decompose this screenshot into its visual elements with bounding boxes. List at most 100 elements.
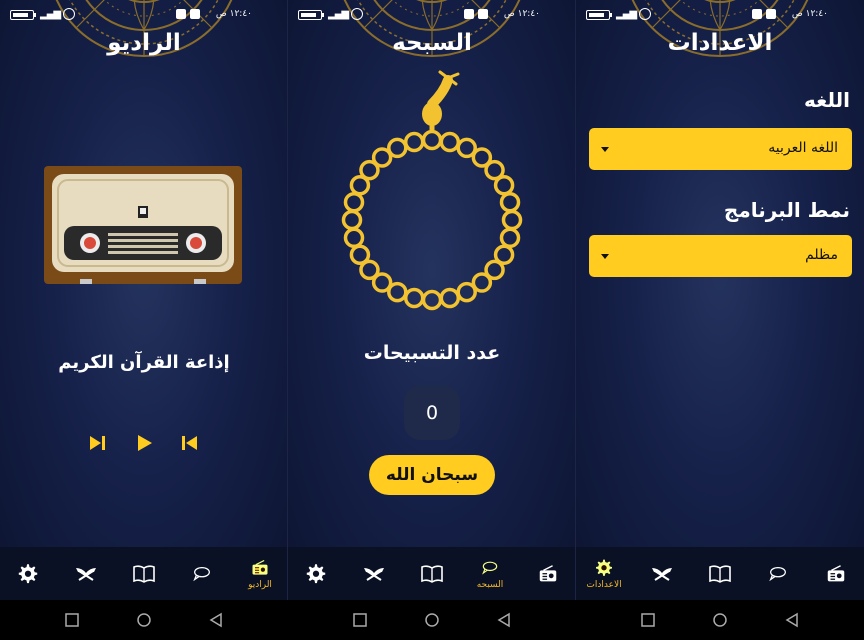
radio-icon xyxy=(251,559,269,575)
signal-icon: ▂▄▆ xyxy=(616,9,637,20)
language-dropdown[interactable]: اللغه العربيه xyxy=(589,128,852,170)
circle-icon[interactable] xyxy=(136,612,152,628)
notification-icon xyxy=(190,9,200,19)
nav-quran[interactable] xyxy=(638,547,686,600)
playback-controls xyxy=(0,431,288,455)
system-nav-bar xyxy=(0,600,864,640)
bead xyxy=(403,287,425,309)
quran-stand-icon xyxy=(651,566,673,581)
status-time: ١٢:٤٠ ص xyxy=(503,9,540,19)
notification-icon xyxy=(752,9,762,19)
sebha-screen: ▂▄▆ ١٢:٤٠ ص السبحه عدد التسبيحات 0 سبحان… xyxy=(288,0,576,600)
status-time: ١٢:٤٠ ص xyxy=(215,9,252,19)
notification-icon xyxy=(766,9,776,19)
chevron-down-icon xyxy=(601,147,609,152)
bottom-nav: السبحه xyxy=(288,547,576,600)
radio-screen: ▂▄▆ ١٢:٤٠ ص الراديو إذاعة القرآن الكريم xyxy=(0,0,288,600)
settings-gear-icon xyxy=(596,559,612,576)
nav-radio[interactable]: الراديو xyxy=(236,547,284,600)
bead xyxy=(343,191,365,213)
prayer-beads-icon[interactable] xyxy=(336,70,528,330)
radio-icon xyxy=(827,564,845,582)
circle-icon[interactable] xyxy=(712,612,728,628)
nav-sebha[interactable]: السبحه xyxy=(466,547,514,600)
bead xyxy=(343,227,365,249)
book-icon xyxy=(709,564,731,583)
bead xyxy=(493,175,515,196)
back-triangle-icon[interactable] xyxy=(784,612,800,628)
bead xyxy=(421,289,443,311)
settings-gear-icon xyxy=(18,563,38,583)
status-bar: ▂▄▆ ١٢:٤٠ ص xyxy=(576,0,864,30)
book-icon xyxy=(421,564,443,583)
bead xyxy=(341,209,363,231)
nav-radio[interactable] xyxy=(812,547,860,600)
bead xyxy=(439,287,461,309)
bead xyxy=(421,129,443,151)
page-title: الراديو xyxy=(107,30,181,56)
skip-previous-icon[interactable] xyxy=(178,431,202,455)
nav-sebha[interactable] xyxy=(754,547,802,600)
bead xyxy=(501,209,523,231)
nav-settings[interactable]: الاعدادات xyxy=(580,547,628,600)
status-time: ١٢:٤٠ ص xyxy=(791,9,828,19)
page-title: السبحه xyxy=(392,30,472,56)
nav-label: الاعدادات xyxy=(586,579,622,590)
nav-sebha[interactable] xyxy=(178,547,226,600)
alarm-icon xyxy=(351,8,363,20)
nav-settings[interactable] xyxy=(292,547,340,600)
nav-label: الراديو xyxy=(248,579,272,590)
nav-quran[interactable] xyxy=(350,547,398,600)
bead xyxy=(499,191,521,213)
bottom-nav: الراديو xyxy=(0,547,288,600)
quran-stand-icon xyxy=(75,566,97,581)
language-value: اللغه العربيه xyxy=(768,140,838,156)
signal-icon: ▂▄▆ xyxy=(328,9,349,20)
bead xyxy=(456,281,477,303)
alarm-icon xyxy=(63,8,75,20)
battery-icon xyxy=(10,10,36,20)
chat-bubble-icon xyxy=(194,566,210,580)
nav-radio[interactable] xyxy=(524,547,572,600)
status-bar: ▂▄▆ ١٢:٤٠ ص xyxy=(0,0,288,30)
back-triangle-icon[interactable] xyxy=(208,612,224,628)
quran-stand-icon xyxy=(363,566,385,581)
chat-bubble-icon xyxy=(482,561,498,574)
square-icon[interactable] xyxy=(640,612,656,628)
theme-dropdown[interactable]: مظلم xyxy=(589,235,852,277)
settings-gear-icon xyxy=(306,563,326,583)
alarm-icon xyxy=(639,8,651,20)
nav-settings[interactable] xyxy=(4,547,52,600)
nav-quran[interactable] xyxy=(62,547,110,600)
notification-icon xyxy=(464,9,474,19)
tasbih-counter: 0 xyxy=(404,386,460,440)
nav-label: السبحه xyxy=(476,579,504,590)
status-bar: ▂▄▆ ١٢:٤٠ ص xyxy=(288,0,576,30)
square-icon[interactable] xyxy=(352,612,368,628)
bottom-nav: الاعدادات xyxy=(576,547,864,600)
circle-icon[interactable] xyxy=(424,612,440,628)
nav-azkar[interactable] xyxy=(408,547,456,600)
settings-screen: ▂▄▆ ١٢:٤٠ ص الاعدادات اللغه اللغه العربي… xyxy=(576,0,864,600)
language-label: اللغه xyxy=(804,88,850,112)
notification-icon xyxy=(478,9,488,19)
station-name: إذاعة القرآن الكريم xyxy=(58,352,230,373)
bead xyxy=(403,131,425,153)
play-icon[interactable] xyxy=(132,431,156,455)
bead xyxy=(387,137,408,159)
nav-azkar[interactable] xyxy=(120,547,168,600)
book-icon xyxy=(133,564,155,583)
page-title: الاعدادات xyxy=(667,30,773,56)
skip-next-icon[interactable] xyxy=(85,431,109,455)
theme-value: مظلم xyxy=(805,247,838,263)
signal-icon: ▂▄▆ xyxy=(40,9,61,20)
nav-azkar[interactable] xyxy=(696,547,744,600)
battery-icon xyxy=(586,10,612,20)
radio-illustration-icon xyxy=(44,166,242,284)
notification-icon xyxy=(176,9,186,19)
square-icon[interactable] xyxy=(64,612,80,628)
tasbih-button[interactable]: سبحان الله xyxy=(369,455,495,495)
chevron-down-icon xyxy=(601,254,609,259)
battery-icon xyxy=(298,10,324,20)
back-triangle-icon[interactable] xyxy=(496,612,512,628)
